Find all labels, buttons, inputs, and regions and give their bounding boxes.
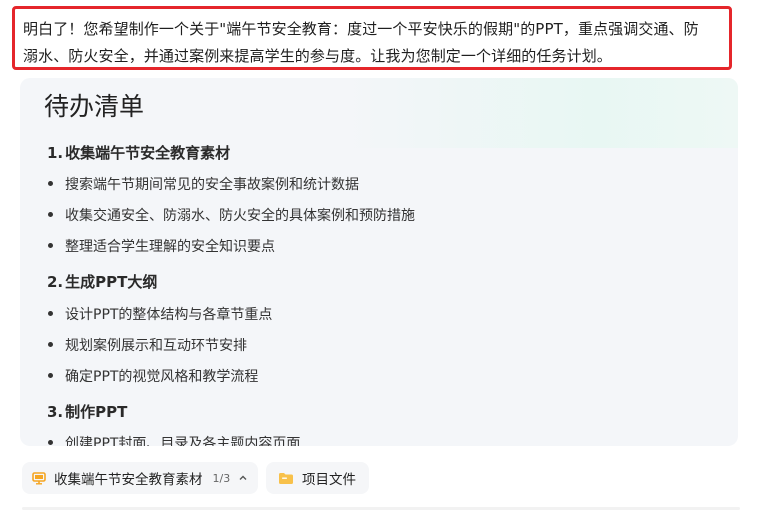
todo-section-2: 2. 生成PPT大纲 bbox=[47, 271, 157, 293]
todo-item-text: 创建PPT封面、目录及各主题内容页面 bbox=[65, 436, 301, 446]
bullet-icon bbox=[48, 242, 53, 248]
bullet-icon bbox=[48, 180, 53, 186]
task-progress-counter: 1/3 bbox=[212, 471, 231, 485]
todo-section-3: 3. 制作PPT bbox=[47, 401, 127, 423]
todo-item: 整理适合学生理解的安全知识要点 bbox=[48, 237, 275, 257]
todo-item: 创建PPT封面、目录及各主题内容页面 bbox=[48, 434, 300, 446]
task-progress-button[interactable]: 收集端午节安全教育素材 1/3 bbox=[22, 462, 258, 494]
todo-section-1: 1. 收集端午节安全教育素材 bbox=[47, 142, 230, 164]
project-files-button[interactable]: 项目文件 bbox=[266, 462, 369, 494]
todo-item: 设计PPT的整体结构与各章节重点 bbox=[48, 305, 272, 325]
bottom-bar: 收集端午节安全教育素材 1/3 项目文件 bbox=[0, 452, 757, 510]
todo-title: 待办清单 bbox=[44, 92, 145, 121]
todo-panel[interactable]: 待办清单 1. 收集端午节安全教育素材 搜索端午节期间常见的安全事故案例和统计数据… bbox=[20, 78, 738, 446]
message-line-1: 明白了！您希望制作一个关于"端午节安全教育：度过一个平安快乐的假期"的PPT，重… bbox=[23, 20, 699, 38]
folder-icon bbox=[278, 471, 294, 485]
assistant-message: 明白了！您希望制作一个关于"端午节安全教育：度过一个平安快乐的假期"的PPT，重… bbox=[12, 6, 732, 70]
bullet-icon bbox=[48, 372, 53, 378]
message-line-2: 溺水、防火安全，并通过案例来提高学生的参与度。让我为您制定一个详细的任务计划。 bbox=[23, 47, 612, 65]
task-progress-label: 收集端午节安全教育素材 bbox=[54, 472, 203, 488]
todo-item: 确定PPT的视觉风格和教学流程 bbox=[48, 367, 258, 387]
section-number: 2. bbox=[47, 273, 64, 291]
todo-item-text: 搜索端午节期间常见的安全事故案例和统计数据 bbox=[65, 177, 359, 193]
section-number: 3. bbox=[47, 403, 64, 421]
section-title: 收集端午节安全教育素材 bbox=[65, 144, 231, 162]
todo-item-text: 设计PPT的整体结构与各章节重点 bbox=[65, 307, 273, 323]
bullet-icon bbox=[48, 439, 53, 445]
todo-item: 收集交通安全、防溺水、防火安全的具体案例和预防措施 bbox=[48, 206, 415, 226]
project-files-label: 项目文件 bbox=[302, 472, 356, 488]
todo-item: 规划案例展示和互动环节安排 bbox=[48, 336, 247, 356]
section-title: 生成PPT大纲 bbox=[65, 273, 158, 291]
bullet-icon bbox=[48, 341, 53, 347]
bullet-icon bbox=[48, 211, 53, 217]
monitor-icon bbox=[32, 471, 46, 485]
section-number: 1. bbox=[47, 144, 64, 162]
section-title: 制作PPT bbox=[65, 403, 128, 421]
bullet-icon bbox=[48, 310, 53, 316]
todo-item-text: 整理适合学生理解的安全知识要点 bbox=[65, 239, 275, 255]
todo-item-text: 收集交通安全、防溺水、防火安全的具体案例和预防措施 bbox=[65, 208, 415, 224]
todo-item: 搜索端午节期间常见的安全事故案例和统计数据 bbox=[48, 175, 359, 195]
todo-item-text: 确定PPT的视觉风格和教学流程 bbox=[65, 369, 259, 385]
chevron-up-icon bbox=[238, 473, 248, 483]
todo-item-text: 规划案例展示和互动环节安排 bbox=[65, 338, 247, 354]
